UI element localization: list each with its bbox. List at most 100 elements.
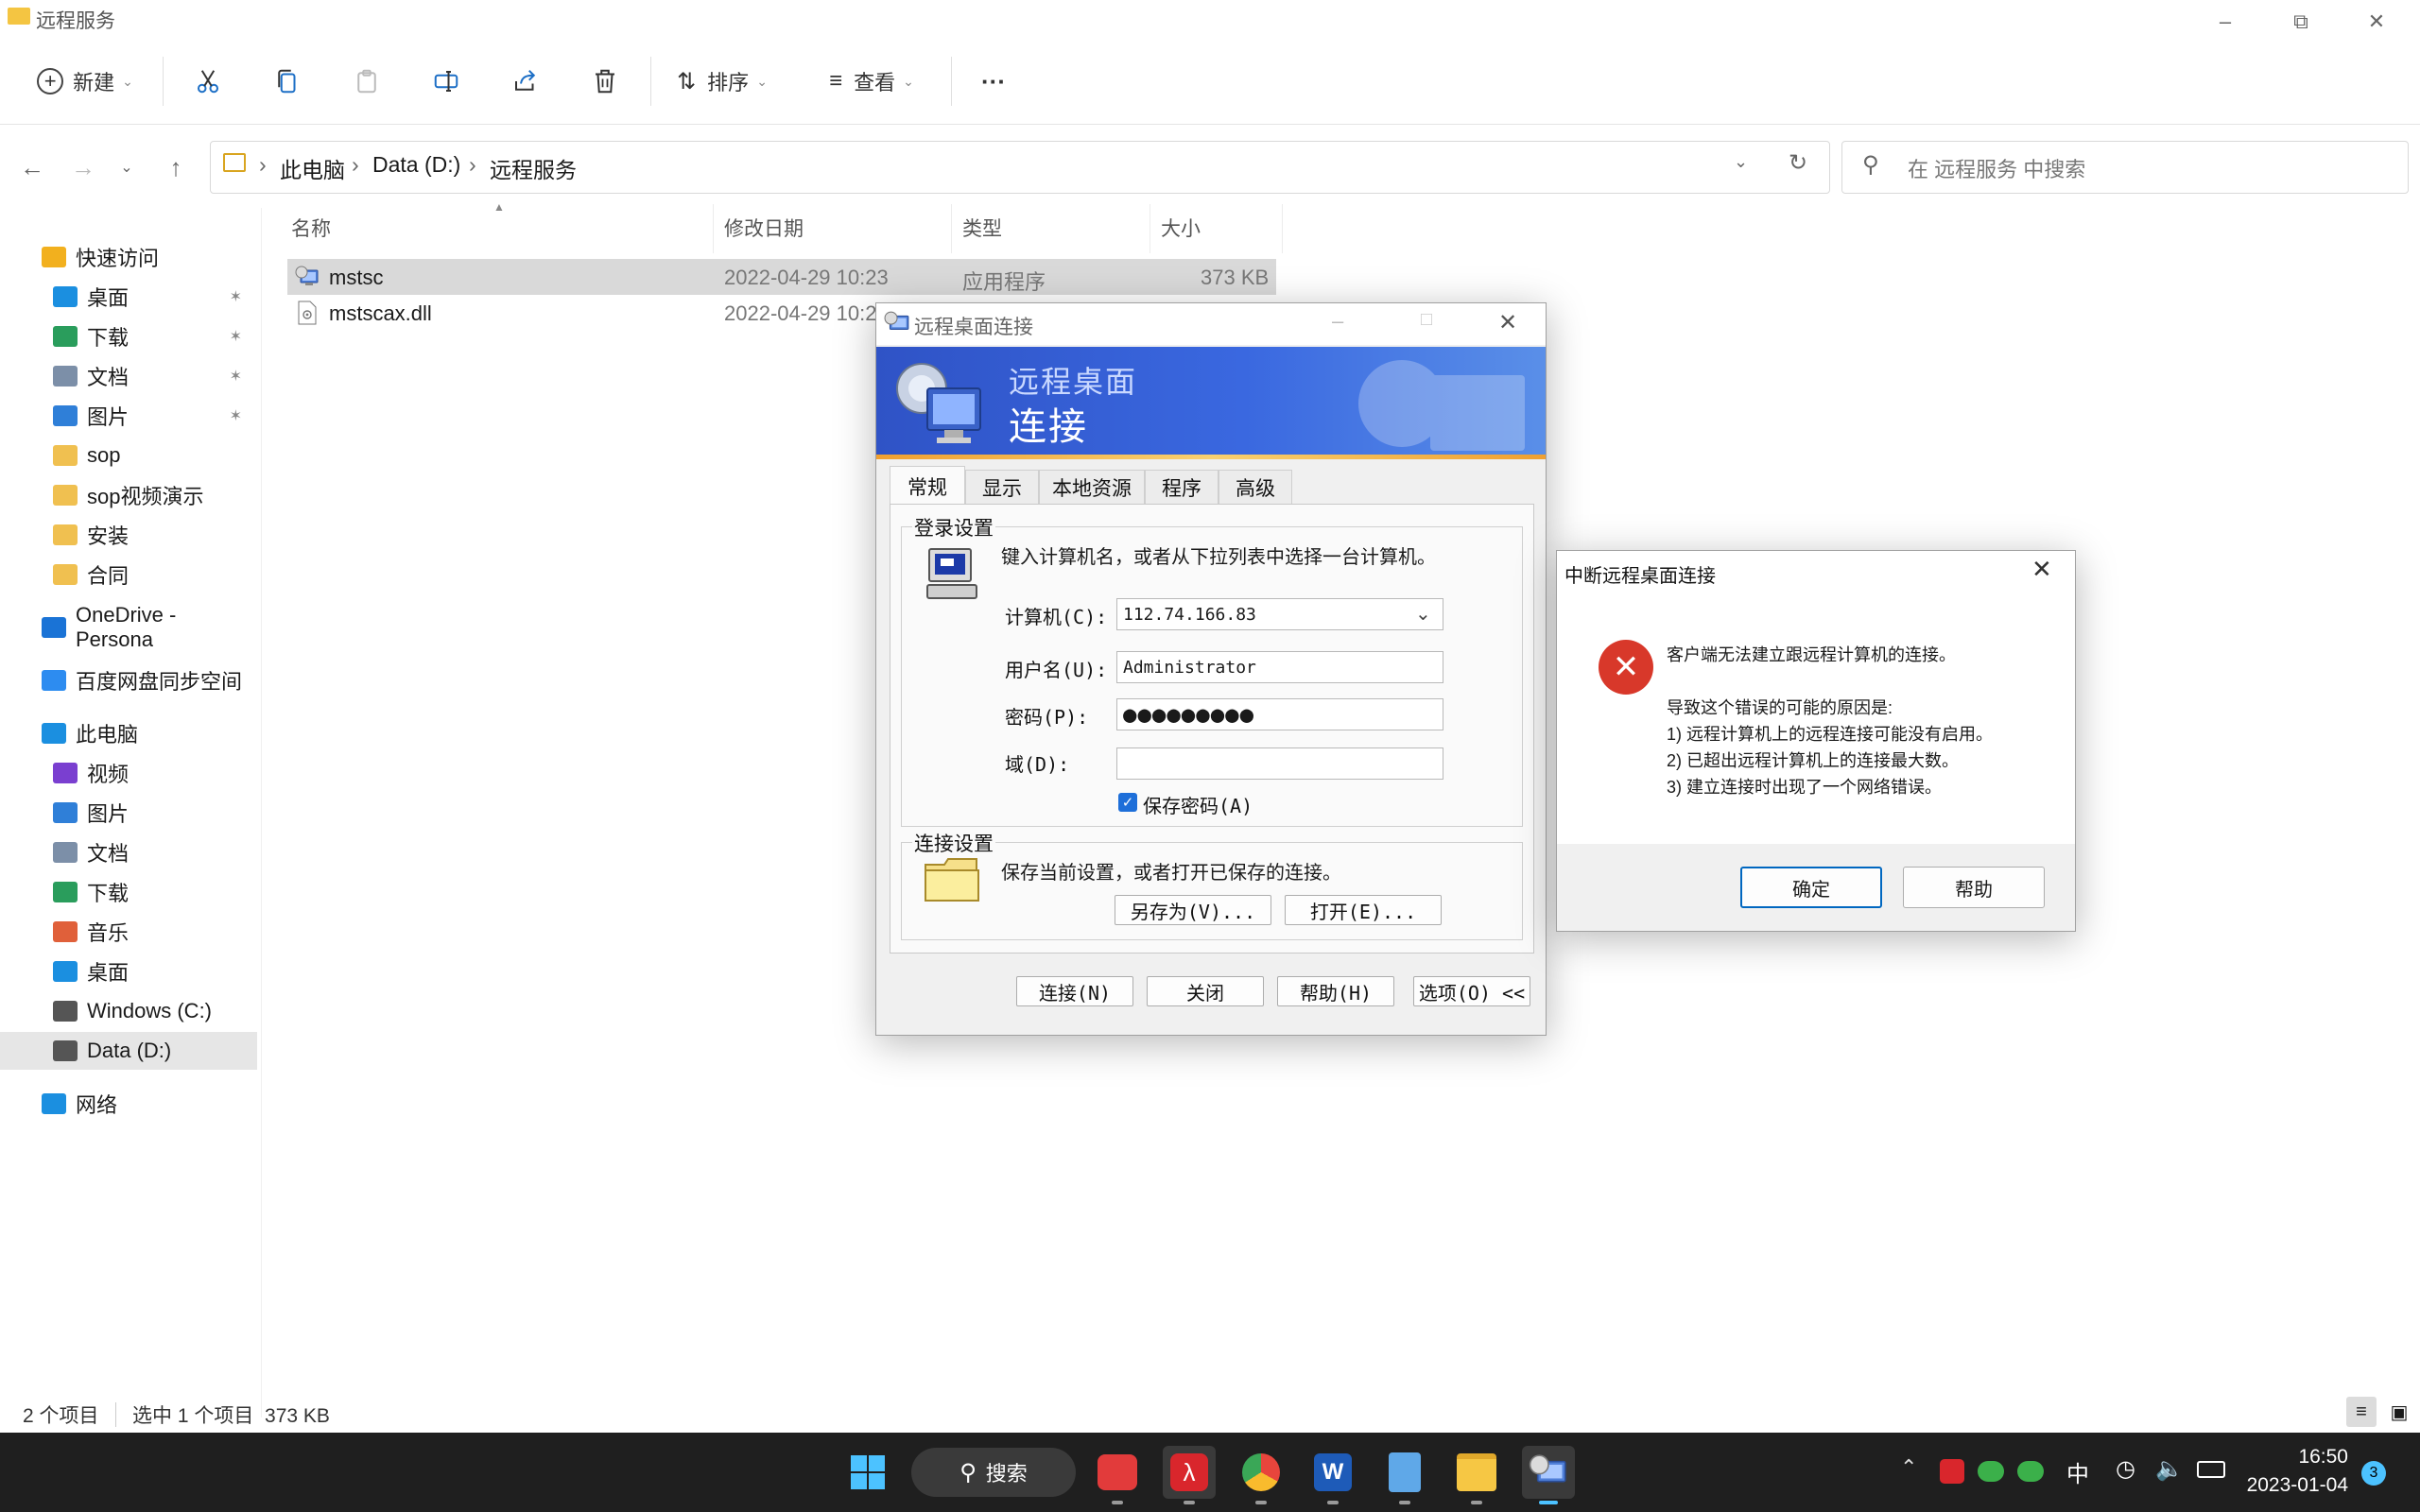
sidebar-item[interactable]: 文档 ✶ xyxy=(0,357,257,395)
start-button[interactable] xyxy=(841,1446,894,1499)
sidebar-item[interactable]: 文档 xyxy=(0,833,257,871)
taskbar-app-pdf[interactable]: λ xyxy=(1163,1446,1216,1499)
search-placeholder[interactable]: 在 远程服务 中搜索 xyxy=(1908,153,2085,183)
password-field[interactable]: ●●●●●●●●● xyxy=(1116,698,1443,730)
breadcrumb-data-drive[interactable]: Data (D:) xyxy=(372,152,460,178)
recent-locations-button[interactable]: ⌄ xyxy=(106,146,147,188)
sidebar-item[interactable]: 此电脑 xyxy=(0,714,257,752)
close-button[interactable]: ✕ xyxy=(1498,309,1517,336)
forward-button[interactable]: → xyxy=(62,146,104,188)
up-button[interactable]: ↑ xyxy=(155,146,197,188)
open-button[interactable]: 打开(E)... xyxy=(1285,895,1442,925)
tab-local-resources[interactable]: 本地资源 xyxy=(1039,470,1145,505)
column-divider[interactable] xyxy=(1282,204,1283,253)
sidebar-item[interactable]: 网络 xyxy=(0,1085,257,1123)
breadcrumb-this-pc[interactable]: 此电脑 xyxy=(280,152,345,184)
taskbar-app-browser[interactable] xyxy=(1235,1446,1288,1499)
column-header-size[interactable]: 大小 xyxy=(1161,214,1201,242)
more-button[interactable]: ··· xyxy=(970,59,1017,104)
close-button[interactable]: ✕ xyxy=(2339,0,2414,43)
help-button[interactable]: 帮助 xyxy=(1903,867,2045,908)
refresh-icon[interactable]: ↻ xyxy=(1789,149,1807,177)
view-button[interactable]: ≡ 查看 ⌄ xyxy=(815,59,928,104)
notification-badge[interactable]: 3 xyxy=(2361,1461,2386,1486)
sidebar-item[interactable]: 音乐 xyxy=(0,913,257,951)
sidebar-item[interactable]: 合同 xyxy=(0,556,257,593)
username-field[interactable]: Administrator xyxy=(1116,651,1443,683)
connect-button[interactable]: 连接(N) xyxy=(1016,976,1133,1006)
tab-advanced[interactable]: 高级 xyxy=(1219,470,1292,505)
volume-icon[interactable]: 🔈 xyxy=(2155,1455,2184,1483)
paste-button[interactable] xyxy=(344,59,389,104)
delete-button[interactable] xyxy=(582,59,628,104)
sidebar-item[interactable]: 安装 xyxy=(0,516,257,554)
taskbar-app-word[interactable]: W xyxy=(1306,1446,1359,1499)
maximize-button[interactable]: □ xyxy=(1421,309,1432,331)
details-view-icon[interactable]: ≡ xyxy=(2346,1397,2377,1427)
wechat-tray-icon[interactable] xyxy=(1978,1461,2004,1482)
sidebar-item[interactable]: sop视频演示 xyxy=(0,476,257,514)
battery-icon[interactable] xyxy=(2197,1461,2225,1478)
new-button[interactable]: + 新建 ⌄ xyxy=(28,59,142,104)
tab-programs[interactable]: 程序 xyxy=(1145,470,1219,505)
sidebar-item[interactable]: 下载 xyxy=(0,873,257,911)
ok-button[interactable]: 确定 xyxy=(1740,867,1882,908)
tiles-view-icon[interactable]: ▣ xyxy=(2384,1397,2414,1427)
tab-general[interactable]: 常规 xyxy=(890,466,965,507)
close-button[interactable]: ✕ xyxy=(2031,555,2052,584)
copy-button[interactable] xyxy=(265,59,310,104)
column-header-date[interactable]: 修改日期 xyxy=(724,214,804,242)
sidebar-item[interactable]: Windows (C:) xyxy=(0,992,257,1030)
chevron-down-icon[interactable]: ⌄ xyxy=(1415,602,1431,626)
taskbar-search[interactable]: ⚲ 搜索 xyxy=(911,1448,1076,1497)
taskbar-app-chat[interactable] xyxy=(1091,1446,1144,1499)
restore-button[interactable]: ⧉ xyxy=(2263,0,2339,43)
sidebar-item[interactable]: 桌面 xyxy=(0,953,257,990)
sidebar-item[interactable]: OneDrive - Persona xyxy=(0,603,257,651)
sidebar-item[interactable]: 桌面 ✶ xyxy=(0,278,257,316)
back-button[interactable]: ← xyxy=(11,146,53,188)
taskbar-app-notepad[interactable] xyxy=(1378,1446,1431,1499)
close-dialog-button[interactable]: 关闭 xyxy=(1147,976,1264,1006)
breadcrumb-remote-service[interactable]: 远程服务 xyxy=(490,152,577,184)
column-header-type[interactable]: 类型 xyxy=(962,214,1002,242)
clock-time[interactable]: 16:50 xyxy=(2248,1446,2348,1469)
sidebar-item[interactable]: 百度网盘同步空间 xyxy=(0,662,257,699)
sidebar-item[interactable]: 下载 ✶ xyxy=(0,318,257,355)
help-button[interactable]: 帮助(H) xyxy=(1277,976,1394,1006)
save-as-button[interactable]: 另存为(V)... xyxy=(1115,895,1271,925)
ime-indicator[interactable]: 中 xyxy=(2066,1455,2089,1488)
sidebar-item[interactable]: sop xyxy=(0,437,257,474)
taskbar-app-rdp[interactable] xyxy=(1522,1446,1575,1499)
domain-field[interactable] xyxy=(1116,747,1443,780)
wifi-icon[interactable]: ◷ xyxy=(2116,1455,2135,1483)
document-icon xyxy=(53,842,78,863)
save-password-label[interactable]: 保存密码(A) xyxy=(1143,791,1253,818)
taskbar-app-explorer[interactable] xyxy=(1450,1446,1503,1499)
sort-button[interactable]: ⇅ 排序 ⌄ xyxy=(667,59,777,104)
clock-date[interactable]: 2023-01-04 xyxy=(2244,1474,2348,1497)
minimize-button[interactable]: – xyxy=(2187,0,2263,43)
tab-display[interactable]: 显示 xyxy=(965,470,1039,505)
pdf-tray-icon[interactable] xyxy=(1940,1459,1964,1484)
sidebar-item[interactable]: 图片 xyxy=(0,794,257,832)
cut-button[interactable] xyxy=(185,59,231,104)
show-hidden-icons-button[interactable]: ⌃ xyxy=(1900,1455,1917,1480)
minimize-button[interactable]: – xyxy=(1332,309,1343,334)
column-divider[interactable] xyxy=(713,204,714,253)
sidebar-item[interactable]: Data (D:) xyxy=(0,1032,257,1070)
file-row-mstsc[interactable]: mstsc 2022-04-29 10:23 应用程序 373 KB xyxy=(287,259,1276,295)
address-history-dropdown[interactable]: ⌄ xyxy=(1734,152,1748,172)
sidebar-item[interactable]: 快速访问 xyxy=(0,238,257,276)
save-password-checkbox[interactable]: ✓ xyxy=(1118,793,1137,812)
computer-combobox[interactable]: 112.74.166.83 xyxy=(1116,598,1443,630)
wechat-work-tray-icon[interactable] xyxy=(2017,1461,2044,1482)
rename-button[interactable] xyxy=(424,59,469,104)
sidebar-item[interactable]: 图片 ✶ xyxy=(0,397,257,435)
options-button[interactable]: 选项(O) << xyxy=(1413,976,1530,1006)
sidebar-item[interactable]: 视频 xyxy=(0,754,257,792)
column-divider[interactable] xyxy=(951,204,952,253)
column-header-name[interactable]: 名称 xyxy=(291,214,331,242)
share-button[interactable] xyxy=(503,59,548,104)
view-label: 查看 xyxy=(854,71,896,94)
